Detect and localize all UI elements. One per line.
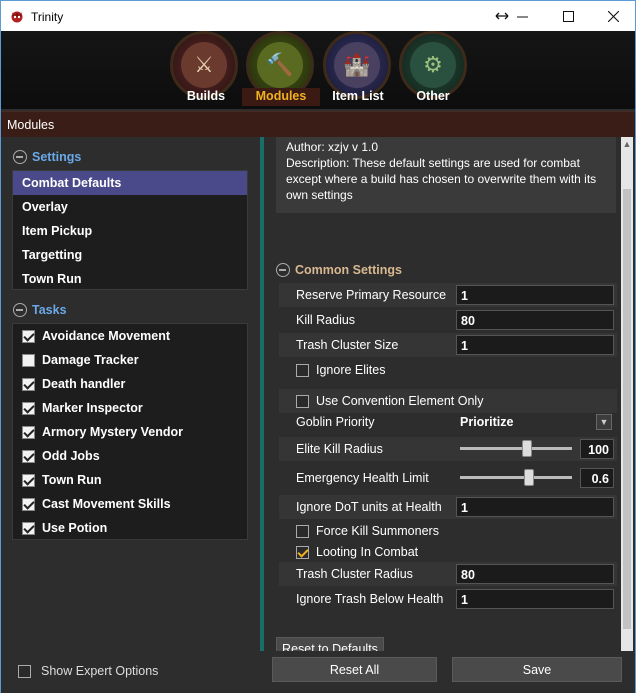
tasks-list: Avoidance Movement Damage Tracker Death …: [12, 323, 248, 540]
checkbox[interactable]: [22, 329, 35, 343]
checkbox[interactable]: [22, 521, 35, 535]
sidebar-item-town-run[interactable]: Town Run: [13, 267, 247, 291]
checkbox[interactable]: [22, 425, 35, 439]
task-item[interactable]: Use Potion: [13, 516, 247, 540]
elite-kill-radius-slider[interactable]: [460, 440, 572, 457]
tab-builds[interactable]: Builds: [184, 89, 228, 103]
save-button[interactable]: Save: [452, 657, 622, 682]
left-panel: Settings Combat Defaults Overlay Item Pi…: [1, 137, 259, 657]
tasks-group-header[interactable]: Tasks: [13, 303, 67, 317]
hammer-icon: 🔨: [257, 42, 303, 88]
modules-header-label: Modules: [7, 118, 55, 132]
castle-icon: 🏰: [334, 42, 380, 88]
description-box: Author: xzjv v 1.0 Description: These de…: [276, 137, 616, 213]
checkbox[interactable]: [22, 377, 35, 391]
checkbox[interactable]: [22, 497, 35, 511]
settings-list: Combat Defaults Overlay Item Pickup Targ…: [12, 170, 248, 290]
task-item[interactable]: Odd Jobs: [13, 444, 247, 468]
slider-handle[interactable]: [524, 469, 534, 486]
window-title: Trinity: [31, 10, 64, 24]
goblin-priority-dropdown[interactable]: Prioritize ▼: [456, 412, 614, 432]
footer: Show Expert Options Reset All Save: [1, 651, 635, 693]
task-item[interactable]: Armory Mystery Vendor: [13, 420, 247, 444]
collapse-icon[interactable]: [13, 150, 27, 164]
show-expert-options-checkbox[interactable]: [18, 664, 31, 678]
task-item[interactable]: Marker Inspector: [13, 396, 247, 420]
task-item[interactable]: Death handler: [13, 372, 247, 396]
settings-panel: Author: xzjv v 1.0 Description: These de…: [264, 137, 622, 677]
close-icon[interactable]: [590, 1, 636, 31]
setting-row: Ignore DoT units at Health 1: [279, 495, 617, 519]
sidebar-item-combat-defaults[interactable]: Combat Defaults: [13, 171, 247, 195]
setting-row: Reserve Primary Resource 1: [279, 283, 617, 307]
force-kill-summoners-checkbox[interactable]: [296, 524, 309, 538]
sidebar-item-item-pickup[interactable]: Item Pickup: [13, 219, 247, 243]
common-settings-header[interactable]: Common Settings: [276, 263, 402, 277]
ignore-trash-below-health-field[interactable]: 1: [456, 589, 614, 609]
task-item[interactable]: Avoidance Movement: [13, 324, 247, 348]
setting-row: Emergency Health Limit 0.6: [279, 466, 617, 490]
collapse-icon[interactable]: [13, 303, 27, 317]
common-settings-label: Common Settings: [295, 263, 402, 277]
setting-row: Kill Radius 80: [279, 308, 617, 332]
scrollbar-thumb[interactable]: [623, 189, 631, 629]
emergency-health-limit-value[interactable]: 0.6: [580, 468, 614, 488]
elite-kill-radius-value[interactable]: 100: [580, 439, 614, 459]
use-convention-element-checkbox[interactable]: [296, 394, 309, 408]
chevron-down-icon[interactable]: ▼: [596, 414, 612, 430]
nav-banner: ⚔ 🔨 🏰 ⚙ Builds Modules Item List Other: [1, 31, 635, 109]
tab-modules[interactable]: Modules: [242, 88, 320, 106]
looting-in-combat-checkbox[interactable]: [296, 545, 309, 559]
task-item[interactable]: Cast Movement Skills: [13, 492, 247, 516]
title-bar: Trinity: [0, 0, 636, 31]
vertical-scrollbar[interactable]: ▲ ▼: [621, 137, 633, 677]
main-window: ⚔ 🔨 🏰 ⚙ Builds Modules Item List Other M…: [0, 31, 636, 693]
emergency-health-limit-slider[interactable]: [460, 469, 572, 486]
minimize-icon[interactable]: [499, 1, 545, 31]
maximize-icon[interactable]: [545, 1, 591, 31]
setting-row: Trash Cluster Radius 80: [279, 562, 617, 586]
tab-item-list[interactable]: Item List: [330, 89, 386, 103]
sidebar-item-overlay[interactable]: Overlay: [13, 195, 247, 219]
checkbox[interactable]: [22, 473, 35, 487]
task-item[interactable]: Damage Tracker: [13, 348, 247, 372]
scroll-up-icon[interactable]: ▲: [621, 139, 633, 153]
task-item[interactable]: Town Run: [13, 468, 247, 492]
trinity-app-icon: [11, 11, 23, 23]
crossed-swords-icon: ⚔: [181, 42, 227, 88]
gear-icon: ⚙: [410, 42, 456, 88]
setting-row: Looting In Combat: [279, 540, 617, 564]
modules-header: Modules: [1, 111, 635, 137]
reserve-primary-resource-field[interactable]: 1: [456, 285, 614, 305]
setting-row: Goblin Priority Prioritize ▼: [279, 410, 617, 434]
checkbox[interactable]: [22, 353, 35, 367]
checkbox[interactable]: [22, 449, 35, 463]
kill-radius-field[interactable]: 80: [456, 310, 614, 330]
setting-row: Ignore Elites: [279, 358, 617, 382]
setting-row: Elite Kill Radius 100: [279, 437, 617, 461]
show-expert-options[interactable]: Show Expert Options: [18, 664, 158, 678]
tasks-group-label: Tasks: [32, 303, 67, 317]
sidebar-item-targetting[interactable]: Targetting: [13, 243, 247, 267]
ignore-elites-checkbox[interactable]: [296, 363, 309, 377]
reset-all-button[interactable]: Reset All: [272, 657, 437, 682]
checkbox[interactable]: [22, 401, 35, 415]
slider-handle[interactable]: [522, 440, 532, 457]
setting-row: Ignore Trash Below Health 1: [279, 587, 617, 611]
settings-group-label: Settings: [32, 150, 82, 164]
collapse-icon[interactable]: [276, 263, 290, 277]
settings-group-header[interactable]: Settings: [13, 150, 81, 164]
trash-cluster-radius-field[interactable]: 80: [456, 564, 614, 584]
trash-cluster-size-field[interactable]: 1: [456, 335, 614, 355]
description-text: Description: These default settings are …: [286, 156, 597, 202]
author-text: Author: xzjv v 1.0: [286, 140, 379, 154]
ignore-dot-units-field[interactable]: 1: [456, 497, 614, 517]
setting-row: Trash Cluster Size 1: [279, 333, 617, 357]
tab-other[interactable]: Other: [413, 89, 453, 103]
